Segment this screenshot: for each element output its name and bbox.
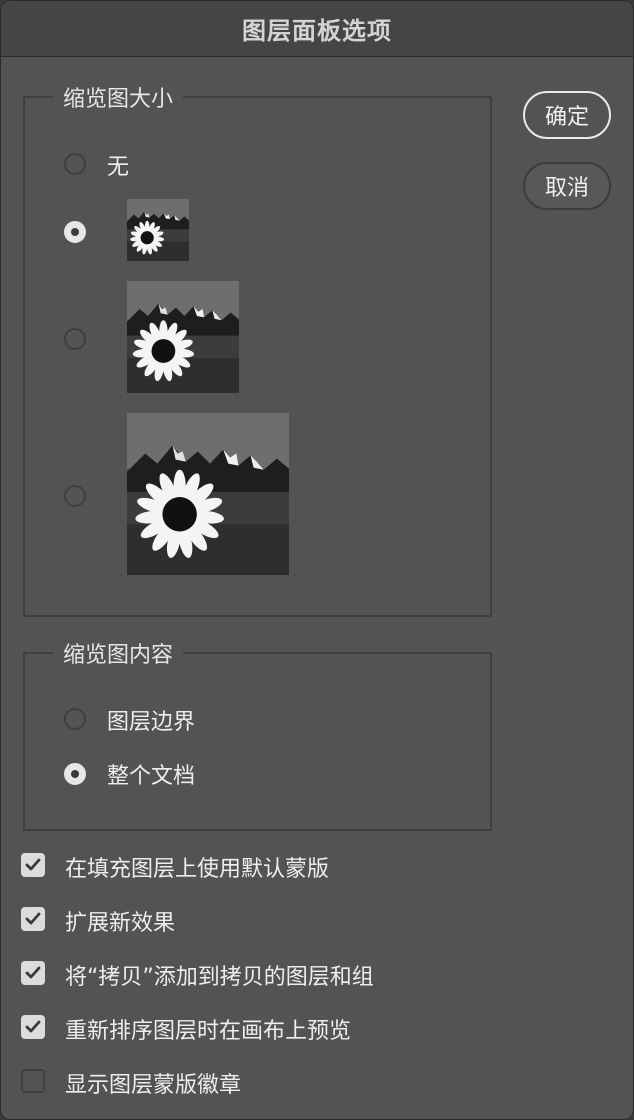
thumbnail-size-none-label: 无 — [107, 155, 130, 180]
thumbnail-size-small-radio[interactable] — [64, 221, 86, 243]
add-copy-checkbox[interactable] — [21, 961, 45, 985]
checkmark-icon — [25, 858, 41, 871]
show-mask-badges-label: 显示图层蒙版徽章 — [65, 1073, 242, 1098]
entire-document-label: 整个文档 — [107, 764, 196, 789]
expand-new-effects-label: 扩展新效果 — [65, 911, 176, 936]
thumbnail-content-group: 缩览图内容 — [23, 637, 492, 831]
layer-bounds-label: 图层边界 — [107, 710, 196, 735]
thumbnail-content-legend: 缩览图内容 — [63, 643, 174, 668]
reorder-preview-checkbox[interactable] — [21, 1015, 45, 1039]
layer-bounds-radio[interactable] — [64, 708, 86, 730]
medium-sunflower-thumbnail[interactable] — [127, 281, 239, 393]
thumbnail-size-medium-radio[interactable] — [64, 328, 86, 350]
show-mask-badges-checkbox[interactable] — [21, 1069, 45, 1093]
use-default-masks-label: 在填充图层上使用默认蒙版 — [65, 857, 330, 882]
large-sunflower-thumbnail[interactable] — [127, 413, 289, 575]
layers-panel-options-dialog: 图层面板选项 缩览图大小 无 缩览图内容 图层边界 整个文档 确定 取消 在填充… — [0, 0, 634, 1120]
thumbnail-size-legend: 缩览图大小 — [63, 87, 174, 112]
thumbnail-size-none-radio[interactable] — [64, 153, 86, 175]
expand-new-effects-checkbox[interactable] — [21, 907, 45, 931]
use-default-masks-checkbox[interactable] — [21, 853, 45, 877]
checkmark-icon — [25, 912, 41, 925]
checkmark-icon — [25, 1020, 41, 1033]
dialog-title: 图层面板选项 — [242, 17, 392, 45]
ok-button[interactable]: 确定 — [523, 91, 611, 139]
cancel-button[interactable]: 取消 — [523, 162, 611, 210]
thumbnail-size-large-radio[interactable] — [64, 485, 86, 507]
checkmark-icon — [25, 966, 41, 979]
title-bar: 图层面板选项 — [1, 1, 633, 57]
add-copy-label: 将“拷贝”添加到拷贝的图层和组 — [65, 965, 374, 990]
reorder-preview-label: 重新排序图层时在画布上预览 — [65, 1019, 352, 1044]
small-sunflower-thumbnail[interactable] — [127, 199, 189, 261]
entire-document-radio[interactable] — [64, 763, 86, 785]
